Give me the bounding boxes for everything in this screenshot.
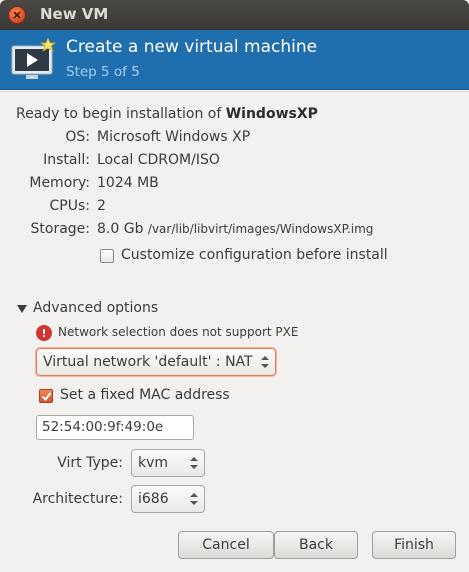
info-row-os: OS: Microsoft Windows XP (0, 129, 469, 149)
info-value-os: Microsoft Windows XP (97, 129, 251, 145)
updown-arrows-icon (190, 457, 198, 469)
fixed-mac-checkbox[interactable] (39, 389, 53, 403)
step-indicator: Step 5 of 5 (66, 64, 140, 80)
ready-summary: Ready to begin installation of WindowsXP (16, 106, 318, 122)
info-label-os: OS: (65, 129, 90, 145)
virt-type-label: Virt Type: (57, 455, 123, 471)
header-divider (0, 91, 469, 92)
advanced-options-expander[interactable]: Advanced options (33, 300, 158, 316)
info-label-memory: Memory: (29, 175, 90, 191)
info-label-cpus: CPUs: (49, 198, 90, 214)
updown-arrows-icon (190, 493, 198, 505)
info-row-cpus: CPUs: 2 (0, 198, 469, 218)
info-value-cpus: 2 (97, 198, 106, 214)
architecture-select[interactable]: i686 (131, 485, 205, 513)
info-row-storage: Storage: 8.0 Gb /var/lib/libvirt/images/… (0, 221, 469, 241)
architecture-value: i686 (138, 491, 169, 507)
info-label-storage: Storage: (30, 221, 91, 237)
network-selected-value: Virtual network 'default' : NAT (43, 354, 253, 370)
cancel-button[interactable]: Cancel (178, 531, 274, 559)
checkmark-icon (41, 392, 52, 402)
virt-type-value: kvm (138, 455, 169, 471)
expander-arrow-icon[interactable] (17, 305, 27, 313)
info-row-install: Install: Local CDROM/ISO (0, 152, 469, 172)
info-value-install: Local CDROM/ISO (97, 152, 220, 168)
info-row-memory: Memory: 1024 MB (0, 175, 469, 195)
info-value-storage: 8.0 Gb /var/lib/libvirt/images/WindowsXP… (97, 221, 373, 237)
page-title: Create a new virtual machine (66, 37, 318, 57)
info-value-memory: 1024 MB (97, 175, 159, 191)
error-icon: ! (36, 325, 52, 341)
vm-name: WindowsXP (225, 106, 318, 122)
window-title: New VM (40, 5, 109, 23)
mac-address-input[interactable]: 52:54:00:9f:49:0e (36, 415, 194, 440)
info-label-install: Install: (43, 152, 90, 168)
back-button[interactable]: Back (274, 531, 358, 559)
storage-size: 8.0 Gb (97, 221, 144, 237)
customize-checkbox[interactable] (100, 249, 114, 263)
architecture-label: Architecture: (32, 491, 123, 507)
updown-arrows-icon (261, 356, 269, 368)
ready-prefix: Ready to begin installation of (16, 106, 226, 122)
pxe-warning: Network selection does not support PXE (58, 325, 299, 339)
storage-path: /var/lib/libvirt/images/WindowsXP.img (147, 222, 374, 236)
virt-type-select[interactable]: kvm (131, 449, 205, 477)
wizard-header: Create a new virtual machine Step 5 of 5 (0, 30, 469, 90)
finish-button[interactable]: Finish (372, 531, 456, 559)
fixed-mac-label[interactable]: Set a fixed MAC address (60, 387, 230, 403)
network-select[interactable]: Virtual network 'default' : NAT (36, 348, 276, 376)
monitor-icon (11, 38, 57, 79)
customize-label[interactable]: Customize configuration before install (121, 247, 388, 263)
close-icon[interactable] (8, 6, 26, 24)
window-titlebar: New VM (0, 0, 469, 30)
